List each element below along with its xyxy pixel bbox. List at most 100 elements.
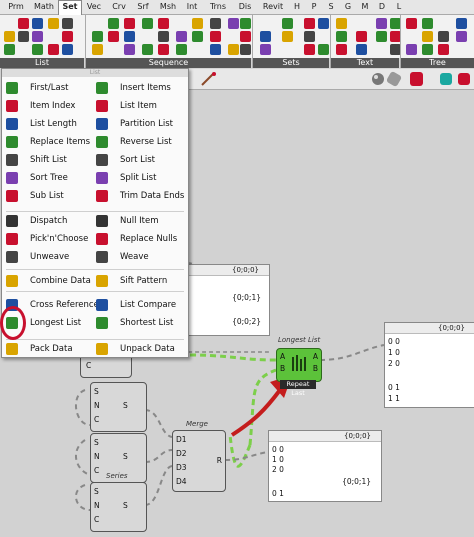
ribbon-component-icon[interactable] <box>282 31 293 42</box>
ribbon-component-icon[interactable] <box>192 18 203 29</box>
tab-dis[interactable]: Dis <box>233 1 257 13</box>
input-start[interactable]: S <box>94 438 99 447</box>
ribbon-component-icon[interactable] <box>4 31 15 42</box>
input-a[interactable]: A <box>280 352 285 361</box>
tab-d[interactable]: D <box>374 1 390 13</box>
input-start[interactable]: S <box>94 487 99 496</box>
input-step[interactable]: C <box>94 515 99 524</box>
ribbon-component-icon[interactable] <box>240 31 251 42</box>
tab-g[interactable]: G <box>340 1 356 13</box>
ribbon-component-icon[interactable] <box>142 18 153 29</box>
ribbon-component-icon[interactable] <box>62 44 73 55</box>
input-count[interactable]: N <box>94 401 100 410</box>
tab-m[interactable]: M <box>357 1 373 13</box>
ribbon-component-icon[interactable] <box>240 44 251 55</box>
ribbon-component-icon[interactable] <box>318 18 329 29</box>
tab-crv[interactable]: Crv <box>108 1 130 13</box>
ribbon-group-sets[interactable]: Sets <box>253 58 329 68</box>
ribbon-component-icon[interactable] <box>210 44 221 55</box>
ribbon-component-icon[interactable] <box>124 44 135 55</box>
ribbon-component-icon[interactable] <box>210 18 221 29</box>
merge-component[interactable]: D1 D2 D3 D4 R <box>172 430 226 492</box>
panel-right[interactable]: {0;0;0} 0 0 1 0 2 0 0 1 1 1 <box>384 322 474 408</box>
ribbon-component-icon[interactable] <box>4 44 15 55</box>
series-component[interactable]: S N C S <box>90 382 147 432</box>
ribbon-component-icon[interactable] <box>142 44 153 55</box>
ribbon-component-icon[interactable] <box>228 18 239 29</box>
series-component[interactable]: S N C S <box>90 482 147 532</box>
input-d3[interactable]: D3 <box>176 463 187 472</box>
output-series[interactable]: S <box>123 501 128 510</box>
ribbon-component-icon[interactable] <box>92 31 103 42</box>
ribbon-component-icon[interactable] <box>62 18 73 29</box>
input-count[interactable]: N <box>94 452 100 461</box>
ribbon-group-sequence[interactable]: Sequence <box>86 58 251 68</box>
tab-set[interactable]: Set <box>58 0 82 15</box>
ribbon-component-icon[interactable] <box>438 31 449 42</box>
input-d4[interactable]: D4 <box>176 477 187 486</box>
panel-bottom[interactable]: {0;0;0} 0 0 1 0 2 0 {0;0;1} 0 1 <box>268 430 382 502</box>
ribbon-component-icon[interactable] <box>62 31 73 42</box>
ribbon-component-icon[interactable] <box>422 44 433 55</box>
ribbon-component-icon[interactable] <box>158 31 169 42</box>
ribbon-component-icon[interactable] <box>376 18 387 29</box>
tab-s[interactable]: S <box>323 1 339 13</box>
output-b[interactable]: B <box>313 364 318 373</box>
ribbon-component-icon[interactable] <box>108 18 119 29</box>
ribbon-group-tree[interactable]: Tree <box>401 58 474 68</box>
ribbon-component-icon[interactable] <box>260 44 271 55</box>
input-b[interactable]: B <box>280 364 285 373</box>
ribbon-component-icon[interactable] <box>228 44 239 55</box>
ribbon-component-icon[interactable] <box>124 18 135 29</box>
ribbon-component-icon[interactable] <box>438 44 449 55</box>
tab-math[interactable]: Math <box>31 1 57 13</box>
ribbon-component-icon[interactable] <box>422 18 433 29</box>
tab-srf[interactable]: Srf <box>131 1 155 13</box>
ribbon-component-icon[interactable] <box>210 31 221 42</box>
ribbon-component-icon[interactable] <box>376 31 387 42</box>
input-step[interactable]: C <box>86 361 91 370</box>
ribbon-component-icon[interactable] <box>48 18 59 29</box>
ribbon-component-icon[interactable] <box>318 44 329 55</box>
ribbon-component-icon[interactable] <box>282 18 293 29</box>
ribbon-component-icon[interactable] <box>456 31 467 42</box>
ribbon-component-icon[interactable] <box>176 44 187 55</box>
output-result[interactable]: R <box>217 456 222 465</box>
ribbon-component-icon[interactable] <box>422 31 433 42</box>
ribbon-component-icon[interactable] <box>18 18 29 29</box>
ribbon-component-icon[interactable] <box>92 44 103 55</box>
ribbon-component-icon[interactable] <box>176 31 187 42</box>
ribbon-component-icon[interactable] <box>240 18 251 29</box>
ribbon-component-icon[interactable] <box>336 44 347 55</box>
tab-p[interactable]: P <box>306 1 322 13</box>
tab-int[interactable]: Int <box>181 1 203 13</box>
output-series[interactable]: S <box>123 401 128 410</box>
ribbon-component-icon[interactable] <box>32 44 43 55</box>
repeat-last-flag[interactable]: Repeat Last <box>280 380 316 397</box>
input-step[interactable]: C <box>94 415 99 424</box>
output-a[interactable]: A <box>313 352 318 361</box>
input-d1[interactable]: D1 <box>176 435 187 444</box>
input-step[interactable]: C <box>94 466 99 475</box>
output-series[interactable]: S <box>123 452 128 461</box>
ribbon-component-icon[interactable] <box>456 18 467 29</box>
ribbon-component-icon[interactable] <box>108 31 119 42</box>
ribbon-component-icon[interactable] <box>304 18 315 29</box>
tab-h[interactable]: H <box>289 1 305 13</box>
tab-revit[interactable]: Revit <box>258 1 288 13</box>
ribbon-component-icon[interactable] <box>260 31 271 42</box>
ribbon-component-icon[interactable] <box>158 44 169 55</box>
tab-trns[interactable]: Trns <box>204 1 232 13</box>
input-d2[interactable]: D2 <box>176 449 187 458</box>
ribbon-component-icon[interactable] <box>304 44 315 55</box>
ribbon-component-icon[interactable] <box>304 31 315 42</box>
ribbon-group-text[interactable]: Text <box>331 58 399 68</box>
ribbon-component-icon[interactable] <box>406 18 417 29</box>
input-start[interactable]: S <box>94 387 99 396</box>
ribbon-component-icon[interactable] <box>356 31 367 42</box>
ribbon-component-icon[interactable] <box>356 44 367 55</box>
ribbon-component-icon[interactable] <box>192 31 203 42</box>
longest-list-component[interactable]: A B A B <box>276 348 322 382</box>
tab-prm[interactable]: Prm <box>2 1 30 13</box>
ribbon-component-icon[interactable] <box>124 31 135 42</box>
